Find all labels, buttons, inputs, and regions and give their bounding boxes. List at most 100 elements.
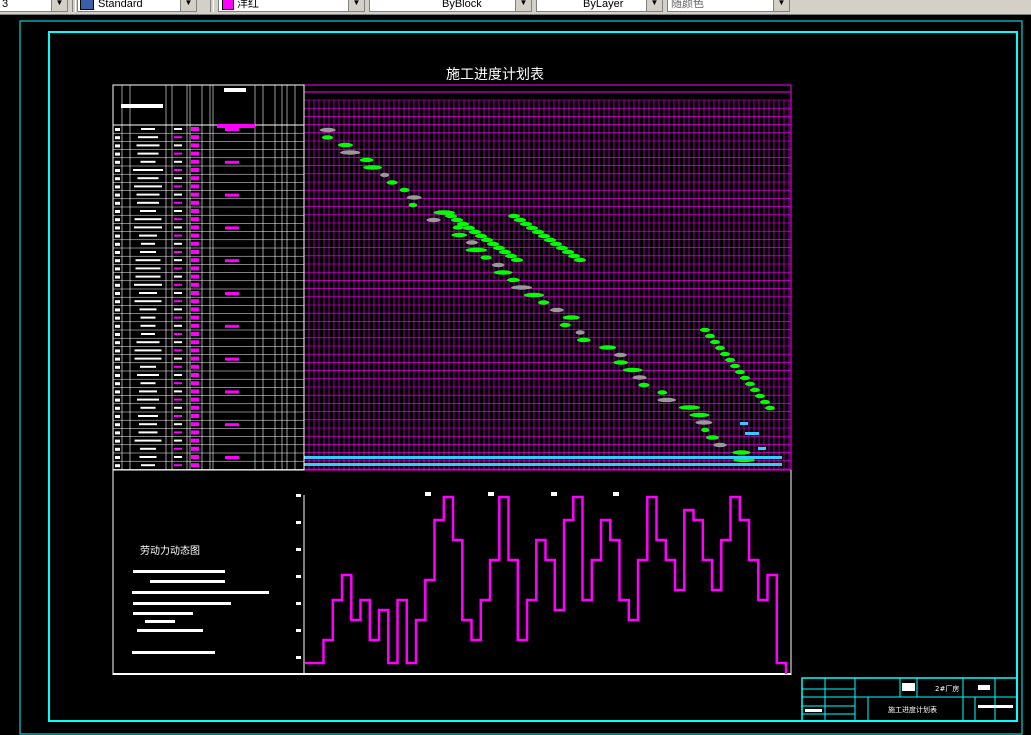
task-cell-placeholder (191, 463, 199, 468)
labor-tick-label (296, 629, 301, 632)
task-cell-placeholder (174, 193, 182, 196)
cad-drawing (19, 20, 1023, 735)
task-name-placeholder (141, 333, 155, 335)
task-cell-placeholder (225, 324, 239, 328)
gantt-bar (760, 399, 770, 405)
task-cell-placeholder (174, 300, 182, 303)
task-cell-placeholder (174, 447, 182, 450)
gantt-bar (491, 262, 505, 268)
task-cell-placeholder (191, 135, 199, 140)
lineweight-combo[interactable]: ByLayer ▼ (536, 0, 663, 12)
gantt-bar (457, 221, 469, 227)
legend-placeholder (133, 602, 231, 605)
task-index-placeholder (115, 210, 120, 213)
labor-tick-label (296, 548, 301, 551)
gantt-bar (713, 442, 727, 448)
gantt-bar (705, 333, 715, 339)
task-cell-placeholder (174, 406, 182, 409)
gantt-bar (538, 233, 550, 239)
gantt-bar (562, 315, 580, 320)
lineweight-combo-value: ByLayer (583, 0, 624, 10)
task-cell-placeholder (191, 397, 199, 402)
task-cell-placeholder (191, 455, 199, 459)
task-table (112, 84, 305, 471)
task-cell-placeholder (191, 192, 199, 197)
gantt-bar (705, 435, 719, 440)
textstyle-combo[interactable]: Standard ▼ (77, 0, 197, 12)
labor-tick-label (296, 521, 301, 524)
task-name-placeholder (139, 292, 157, 294)
task-index-placeholder (115, 226, 120, 230)
task-index-placeholder (115, 341, 120, 345)
task-cell-placeholder (191, 233, 199, 238)
gantt-bar (575, 330, 585, 335)
task-name-placeholder (140, 210, 156, 212)
task-name-placeholder (139, 390, 157, 393)
gantt-bar (678, 405, 701, 410)
task-cell-placeholder (174, 439, 182, 442)
layer-combo[interactable]: 3 ▼ (0, 0, 68, 12)
layer-combo-value: 3 (2, 0, 9, 10)
task-cell-placeholder (174, 185, 182, 188)
chevron-down-icon[interactable]: ▼ (515, 0, 531, 11)
chevron-down-icon[interactable]: ▼ (180, 0, 196, 11)
task-name-placeholder (134, 185, 162, 188)
gantt-bar (514, 217, 526, 223)
gantt-bar (399, 187, 410, 193)
chevron-down-icon[interactable]: ▼ (646, 0, 662, 11)
toolbar-separator (72, 0, 76, 12)
task-cell-placeholder (191, 414, 199, 418)
task-cell-placeholder (225, 226, 239, 230)
task-index-placeholder (115, 349, 120, 353)
task-cell-placeholder (174, 160, 182, 163)
gantt-bar (386, 180, 398, 185)
title-block-placeholder (978, 705, 1013, 708)
task-cell-placeholder (191, 446, 199, 451)
task-index-placeholder (115, 144, 120, 148)
labor-peak-marker (551, 492, 557, 496)
task-cell-placeholder (191, 282, 199, 287)
task-name-placeholder (134, 439, 162, 442)
chevron-down-icon[interactable]: ▼ (348, 0, 364, 11)
task-cell-placeholder (225, 128, 239, 131)
labor-peak-marker (425, 492, 431, 496)
task-name-placeholder (134, 283, 162, 286)
task-index-placeholder (115, 283, 120, 287)
gantt-bar (725, 357, 735, 363)
task-cell-placeholder (191, 332, 199, 336)
color-swatch (222, 0, 234, 11)
task-table-rows (113, 124, 304, 470)
task-cell-placeholder (174, 341, 182, 344)
color-combo[interactable]: 洋红 ▼ (218, 0, 365, 12)
labor-tick-label (296, 494, 301, 497)
task-cell-placeholder (174, 201, 182, 204)
task-index-placeholder (115, 259, 120, 263)
task-cell-placeholder (191, 250, 199, 254)
color-combo-value: 洋红 (237, 0, 259, 10)
task-cell-placeholder (174, 464, 182, 467)
task-name-placeholder (141, 128, 155, 130)
task-index-placeholder (115, 234, 120, 238)
labor-curve (305, 495, 788, 674)
task-cell-placeholder (174, 292, 182, 294)
task-index-placeholder (115, 464, 120, 468)
task-cell-placeholder (191, 307, 199, 312)
linetype-combo[interactable]: ByBlock ▼ (369, 0, 532, 12)
task-name-placeholder (135, 259, 161, 262)
task-cell-placeholder (174, 275, 182, 278)
task-index-placeholder (115, 382, 120, 386)
labor-peak-marker (488, 492, 494, 496)
drawing-canvas[interactable]: 施工进度计划表 劳动力动态图 2#厂房 施工进度计划表 (0, 14, 1031, 735)
gantt-bar (426, 217, 441, 223)
task-index-placeholder (115, 201, 120, 205)
task-cell-placeholder (174, 349, 182, 352)
task-name-placeholder (140, 447, 156, 450)
chevron-down-icon[interactable]: ▼ (51, 0, 67, 11)
task-index-placeholder (115, 308, 120, 312)
task-cell-placeholder (225, 390, 239, 394)
title-block-placeholder (805, 709, 822, 712)
gantt-bar (523, 292, 545, 298)
task-index-placeholder (115, 406, 120, 410)
chevron-down-icon: ▼ (773, 0, 789, 11)
task-name-placeholder (139, 456, 157, 458)
